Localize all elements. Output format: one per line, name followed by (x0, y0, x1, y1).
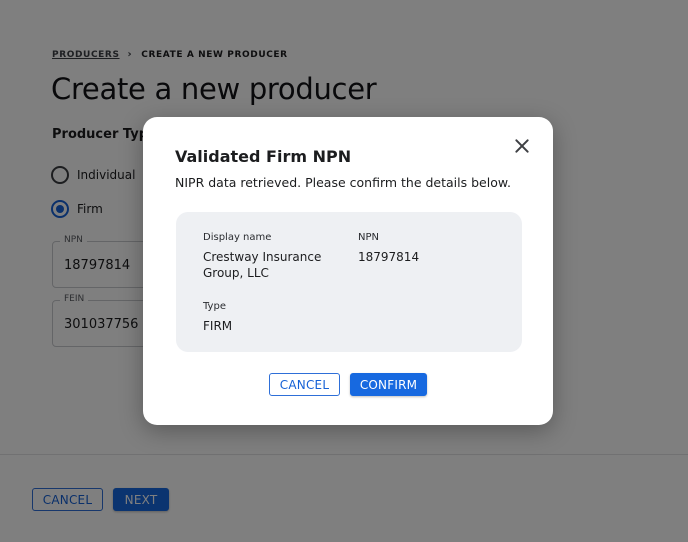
type-label: Type (203, 301, 226, 312)
validated-firm-npn-dialog: Validated Firm NPN NIPR data retrieved. … (143, 117, 553, 425)
modal-cancel-button[interactable]: CANCEL (269, 373, 340, 396)
type-value: FIRM (203, 319, 233, 333)
npn-label: NPN (358, 232, 379, 243)
modal-confirm-button[interactable]: CONFIRM (350, 373, 427, 396)
display-name-label: Display name (203, 232, 272, 243)
npn-value: 18797814 (358, 250, 420, 264)
display-name-value-line1: Crestway Insurance (203, 250, 322, 264)
display-name-value-line2: Group, LLC (203, 266, 269, 280)
close-icon[interactable] (514, 138, 530, 154)
modal-subtitle: NIPR data retrieved. Please confirm the … (175, 175, 511, 190)
modal-title: Validated Firm NPN (175, 147, 352, 166)
details-card: Display name Crestway Insurance Group, L… (176, 212, 522, 352)
